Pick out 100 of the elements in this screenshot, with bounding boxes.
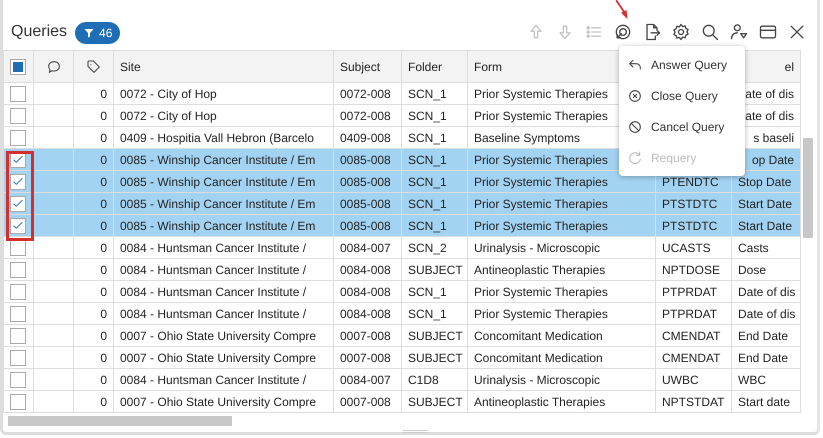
column-header: Site — [120, 60, 141, 74]
table-cell: NPTDOSE — [662, 262, 720, 276]
table-cell: Concomitant Medication — [474, 350, 603, 364]
table-cell: SCN_1 — [408, 218, 447, 232]
table-cell: Date of dis — [738, 284, 796, 298]
table-cell: 0085-008 — [340, 152, 391, 166]
table-cell: NPTSTDAT — [662, 394, 724, 408]
table-cell: op Date — [752, 152, 794, 166]
table-cell: 0 — [100, 284, 107, 298]
table-cell: 0072 - City of Hop — [120, 86, 217, 100]
table-cell: Prior Systemic Therapies — [474, 174, 608, 188]
table-cell: End Date — [738, 350, 788, 364]
table-cell: Start date — [738, 394, 790, 408]
table-cell: Stop Date — [738, 174, 792, 188]
horizontal-scrollbar[interactable] — [8, 416, 232, 426]
table-cell: Casts — [738, 240, 769, 254]
table-cell: 0085 - Winship Cancer Institute / Em — [120, 152, 316, 166]
resize-grip[interactable] — [403, 430, 428, 433]
comment-icon — [46, 59, 62, 76]
table-cell: ate of dis — [745, 108, 794, 122]
row-checkbox[interactable] — [10, 394, 26, 410]
menu-item[interactable]: Close Query — [619, 80, 745, 111]
table-cell: SCN_1 — [408, 284, 447, 298]
select-all-checkbox[interactable] — [10, 58, 26, 74]
table-cell: Start Date — [738, 196, 792, 210]
table-cell: Prior Systemic Therapies — [474, 284, 608, 298]
table-cell: 0085 - Winship Cancer Institute / Em — [120, 196, 316, 210]
table-cell: Date of dis — [738, 306, 796, 320]
table-cell: CMENDAT — [662, 350, 720, 364]
menu-item[interactable]: Cancel Query — [619, 111, 745, 142]
table-cell: 0 — [100, 306, 107, 320]
prohibited-icon — [627, 118, 643, 134]
table-cell: 0085-008 — [340, 196, 391, 210]
table-cell: 0084-007 — [340, 240, 391, 254]
table-cell: SCN_1 — [408, 196, 447, 210]
table-cell: 0085-008 — [340, 174, 391, 188]
row-checkbox[interactable] — [10, 350, 26, 366]
row-checkbox[interactable] — [10, 86, 26, 102]
table-cell: 0084-007 — [340, 372, 391, 386]
table-cell: UWBC — [662, 372, 699, 386]
table-cell: Prior Systemic Therapies — [474, 306, 608, 320]
table-cell: 0007 - Ohio State University Compre — [120, 394, 316, 408]
table-cell: 0085 - Winship Cancer Institute / Em — [120, 174, 316, 188]
table-cell: PTSTDTC — [662, 196, 718, 210]
table-cell: 0072-008 — [340, 108, 391, 122]
table-cell: 0 — [100, 240, 107, 254]
table-cell: 0084 - Huntsman Cancer Institute / — [120, 372, 306, 386]
table-cell: C1D8 — [408, 372, 439, 386]
row-checkbox[interactable] — [10, 108, 26, 124]
table-cell: SCN_1 — [408, 174, 447, 188]
table-cell: SUBJECT — [408, 394, 463, 408]
column-header: Form — [474, 60, 502, 74]
table-cell: 0084 - Huntsman Cancer Institute / — [120, 306, 306, 320]
table-cell: 0409 - Hospitia Vall Hebron (Barcelo — [120, 130, 314, 144]
row-checkbox[interactable] — [10, 262, 26, 278]
row-checkbox[interactable] — [10, 130, 26, 146]
row-checkbox[interactable] — [10, 174, 26, 190]
menu-item[interactable]: Answer Query — [619, 49, 745, 80]
table-cell: 0084 - Huntsman Cancer Institute / — [120, 262, 306, 276]
table-cell: PTPRDAT — [662, 284, 718, 298]
table-cell: 0084-008 — [340, 306, 391, 320]
row-checkbox[interactable] — [10, 196, 26, 212]
filter-badge: 46 — [75, 22, 120, 44]
table-cell: 0 — [100, 372, 107, 386]
table-cell: 0 — [100, 350, 107, 364]
row-checkbox[interactable] — [10, 372, 26, 388]
table-cell: Prior Systemic Therapies — [474, 218, 608, 232]
table-cell: PTPRDAT — [662, 306, 718, 320]
tag-icon — [86, 59, 102, 76]
table-cell: SUBJECT — [408, 328, 463, 342]
table-cell: Prior Systemic Therapies — [474, 152, 608, 166]
table-cell: 0 — [100, 328, 107, 342]
table-cell: 0 — [100, 174, 107, 188]
table-cell: 0007 - Ohio State University Compre — [120, 328, 316, 342]
table-cell: Urinalysis - Microscopic — [474, 240, 600, 254]
row-checkbox[interactable] — [10, 328, 26, 344]
table-cell: CMENDAT — [662, 328, 720, 342]
table-cell: 0 — [100, 108, 107, 122]
refresh-icon — [627, 150, 643, 166]
table-cell: SUBJECT — [408, 262, 463, 276]
table-cell: 0072 - City of Hop — [120, 108, 217, 122]
table-cell: Antineoplastic Therapies — [474, 262, 606, 276]
table-cell: SCN_1 — [408, 152, 447, 166]
table-cell: UCASTS — [662, 240, 711, 254]
vertical-scrollbar[interactable] — [803, 138, 813, 238]
table-cell: 0007-008 — [340, 394, 391, 408]
table-cell: Urinalysis - Microscopic — [474, 372, 600, 386]
table-cell: s baseli — [753, 130, 794, 144]
table-cell: End Date — [738, 328, 788, 342]
table-cell: 0 — [100, 262, 107, 276]
table-cell: 0084 - Huntsman Cancer Institute / — [120, 240, 306, 254]
table-cell: 0007-008 — [340, 350, 391, 364]
row-checkbox[interactable] — [10, 306, 26, 322]
table-cell: Dose — [738, 262, 766, 276]
row-checkbox[interactable] — [10, 218, 26, 234]
table-cell: WBC — [738, 372, 766, 386]
table-cell: 0072-008 — [340, 86, 391, 100]
table-cell: Start Date — [738, 218, 792, 232]
row-checkbox[interactable] — [10, 284, 26, 300]
table-cell: SUBJECT — [408, 350, 463, 364]
